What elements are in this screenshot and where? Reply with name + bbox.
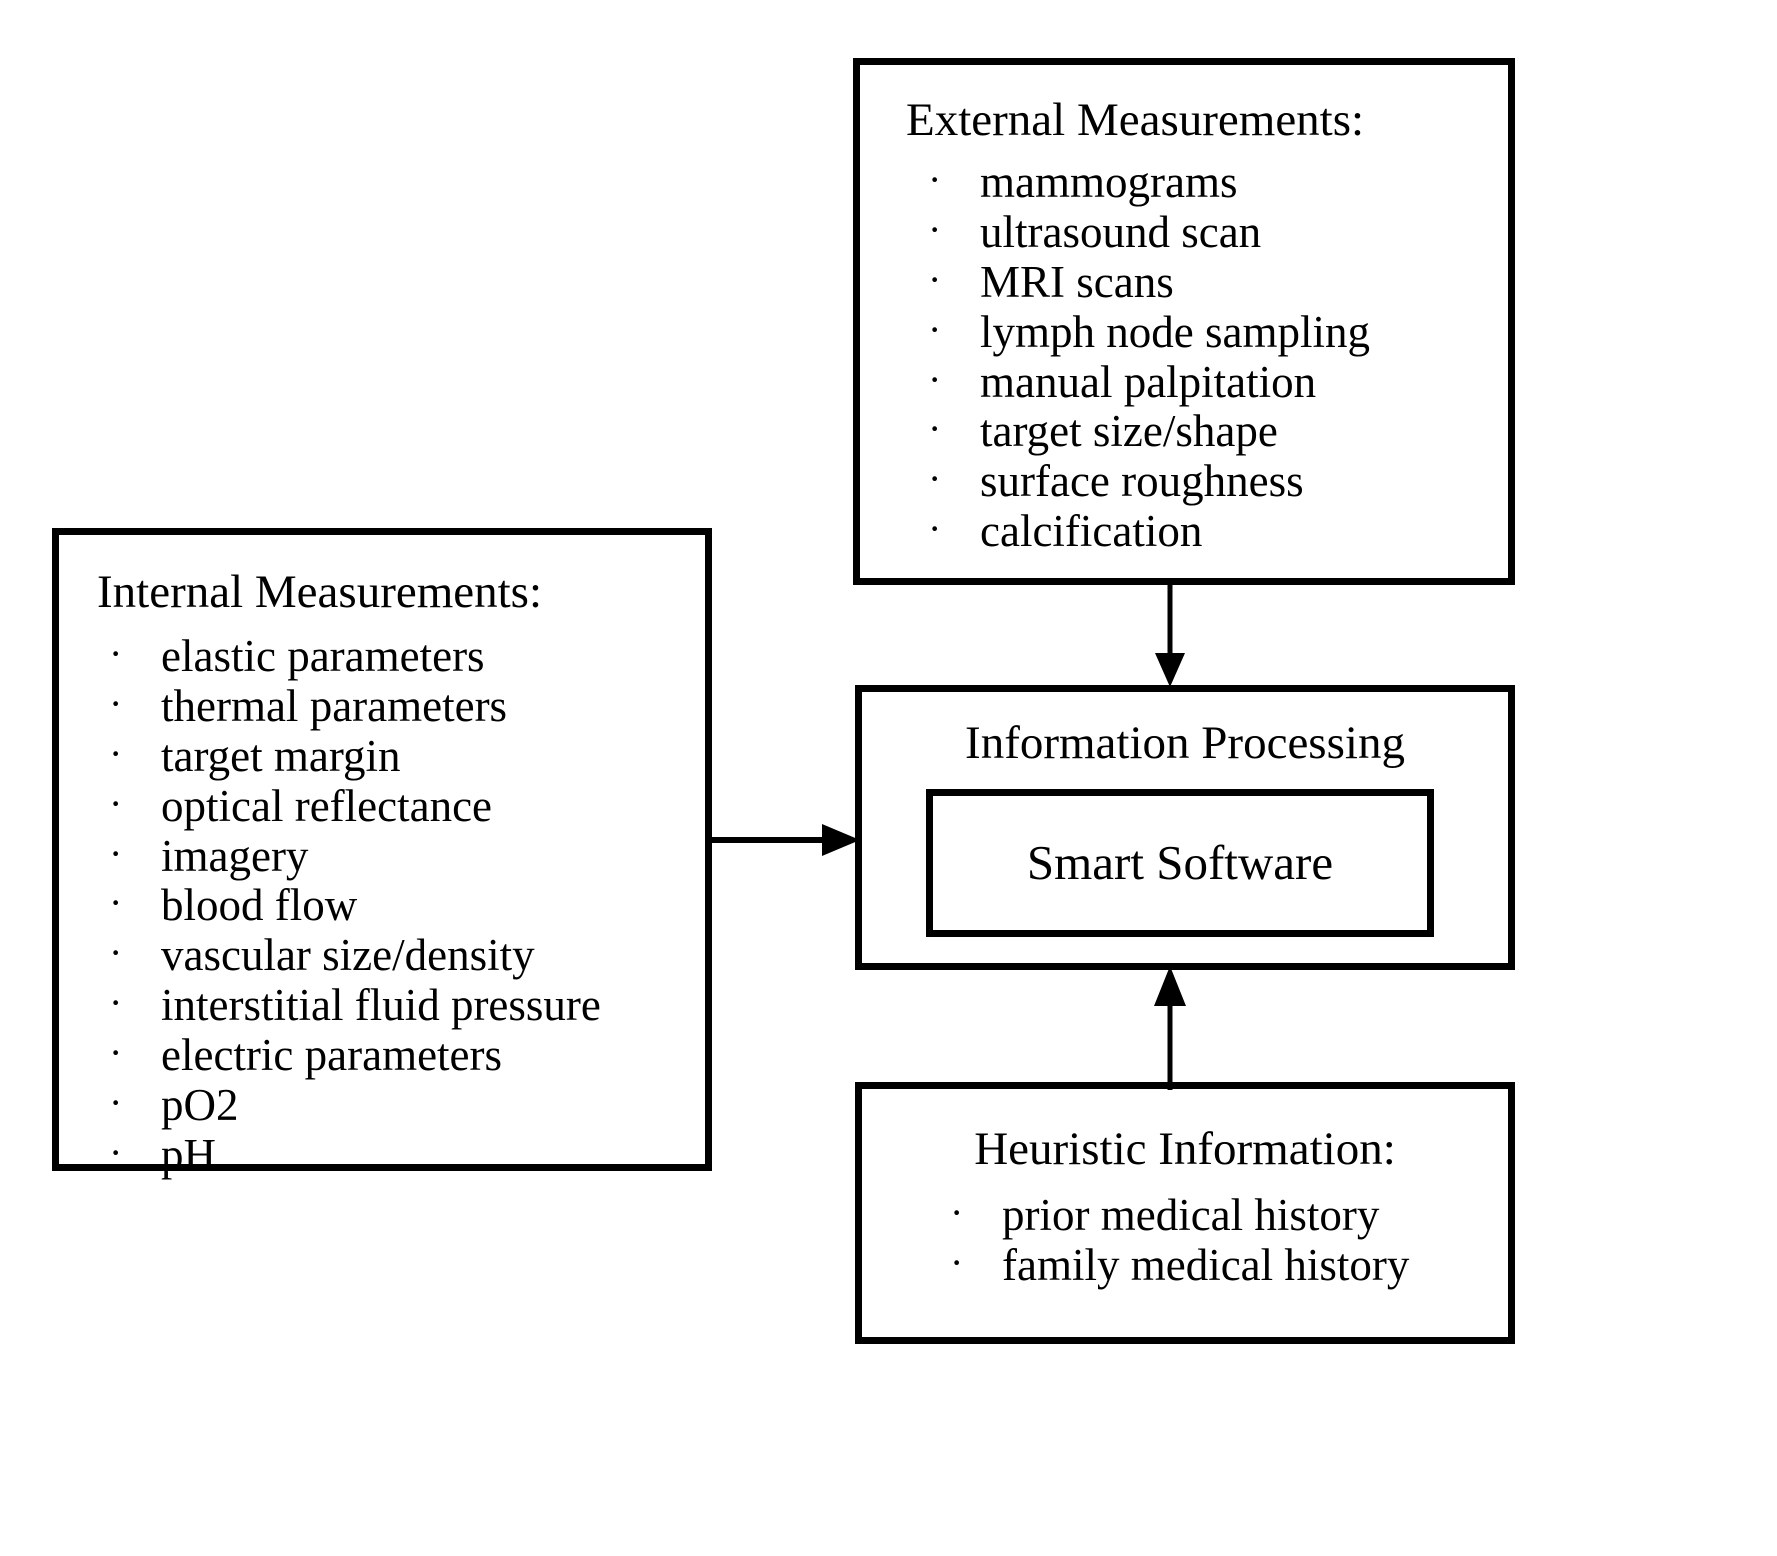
- list-item-label: surface roughness: [980, 456, 1304, 507]
- bullet-dot-icon: ·: [109, 1080, 123, 1126]
- list-item-label: lymph node sampling: [980, 306, 1370, 357]
- list-item: · lymph node sampling: [928, 306, 1508, 358]
- list-item-label: manual palpitation: [980, 356, 1317, 407]
- information-processing-box: Information Processing Smart Software: [855, 685, 1515, 970]
- bullet-dot-icon: ·: [928, 206, 942, 252]
- list-item-label: ultrasound scan: [980, 206, 1262, 257]
- list-item: · elastic parameters: [109, 630, 705, 682]
- smart-software-box: Smart Software: [926, 789, 1434, 937]
- bullet-dot-icon: ·: [109, 880, 123, 926]
- list-item: · mammograms: [928, 156, 1508, 208]
- internal-measurements-title: Internal Measurements:: [97, 566, 543, 618]
- list-item: · manual palpitation: [928, 356, 1508, 408]
- arrow-internal-to-processing-icon: [708, 824, 860, 856]
- heuristic-information-list: · prior medical history · family medical hi…: [950, 1189, 1508, 1291]
- list-item: · vascular size/density: [109, 930, 705, 981]
- external-measurements-box: External Measurements: · mammograms · ultra…: [853, 58, 1515, 585]
- list-item-label: family medical history: [1002, 1239, 1410, 1290]
- arrow-external-to-processing-icon: [1155, 583, 1185, 687]
- smart-software-label: Smart Software: [1026, 835, 1334, 891]
- bullet-dot-icon: ·: [950, 1239, 964, 1285]
- list-item: · family medical history: [950, 1239, 1508, 1291]
- information-processing-title: Information Processing: [965, 717, 1405, 769]
- list-item-label: calcification: [980, 506, 1203, 557]
- list-item: · optical reflectance: [109, 780, 705, 832]
- list-item-label: blood flow: [161, 880, 358, 931]
- bullet-dot-icon: ·: [109, 780, 123, 826]
- list-item: · imagery: [109, 830, 705, 882]
- bullet-dot-icon: ·: [928, 506, 942, 552]
- heuristic-information-title: Heuristic Information:: [974, 1123, 1396, 1175]
- list-item-label: thermal parameters: [161, 680, 508, 731]
- internal-measurements-box: Internal Measurements: · elastic paramete…: [52, 528, 712, 1180]
- bullet-dot-icon: ·: [928, 456, 942, 502]
- list-item: · target margin: [109, 730, 705, 782]
- bullet-dot-icon: ·: [109, 1030, 123, 1076]
- list-item: · target size/shape: [928, 406, 1508, 457]
- list-item: · pO2: [109, 1080, 705, 1131]
- list-item: · prior medical history: [950, 1189, 1508, 1241]
- internal-measurements-list: · elastic parameters · thermal parameters · t…: [109, 630, 705, 1181]
- list-item-label: electric parameters: [161, 1030, 503, 1081]
- bullet-dot-icon: ·: [950, 1189, 964, 1235]
- list-item: · MRI scans: [928, 256, 1508, 308]
- list-item-label: MRI scans: [980, 256, 1174, 307]
- list-item: · interstitial fluid pressure: [109, 980, 705, 1031]
- heuristic-information-box: Heuristic Information: · prior medical hi…: [855, 1082, 1515, 1344]
- external-measurements-list: · mammograms · ultrasound scan · MRI scans · ly…: [928, 156, 1508, 558]
- list-item-label: vascular size/density: [161, 930, 535, 981]
- list-item-label: imagery: [161, 830, 309, 881]
- list-item-label: prior medical history: [1002, 1189, 1380, 1240]
- bullet-dot-icon: ·: [109, 630, 123, 676]
- list-item-label: mammograms: [980, 156, 1238, 207]
- bullet-dot-icon: ·: [109, 830, 123, 876]
- list-item-label: target margin: [161, 730, 401, 781]
- bullet-dot-icon: ·: [109, 680, 123, 726]
- bullet-dot-icon: ·: [928, 256, 942, 302]
- bullet-dot-icon: ·: [109, 930, 123, 976]
- bullet-dot-icon: ·: [928, 356, 942, 402]
- list-item: · pH: [109, 1130, 705, 1181]
- external-measurements-title: External Measurements:: [906, 94, 1365, 146]
- bullet-dot-icon: ·: [109, 1130, 123, 1176]
- list-item-label: elastic parameters: [161, 630, 485, 681]
- list-item: · surface roughness: [928, 456, 1508, 507]
- bullet-dot-icon: ·: [928, 306, 942, 352]
- list-item-label: optical reflectance: [161, 780, 493, 831]
- bullet-dot-icon: ·: [928, 156, 942, 202]
- list-item: · electric parameters: [109, 1030, 705, 1081]
- bullet-dot-icon: ·: [109, 730, 123, 776]
- bullet-dot-icon: ·: [928, 406, 942, 452]
- list-item-label: target size/shape: [980, 406, 1278, 457]
- list-item: · thermal parameters: [109, 680, 705, 732]
- bullet-dot-icon: ·: [109, 980, 123, 1026]
- list-item: · ultrasound scan: [928, 206, 1508, 258]
- list-item: · calcification: [928, 506, 1508, 557]
- list-item-label: interstitial fluid pressure: [161, 980, 601, 1031]
- arrow-heuristic-to-processing-icon: [1154, 966, 1186, 1090]
- flow-diagram: External Measurements: · mammograms · ultra…: [0, 0, 1777, 1556]
- list-item: · blood flow: [109, 880, 705, 931]
